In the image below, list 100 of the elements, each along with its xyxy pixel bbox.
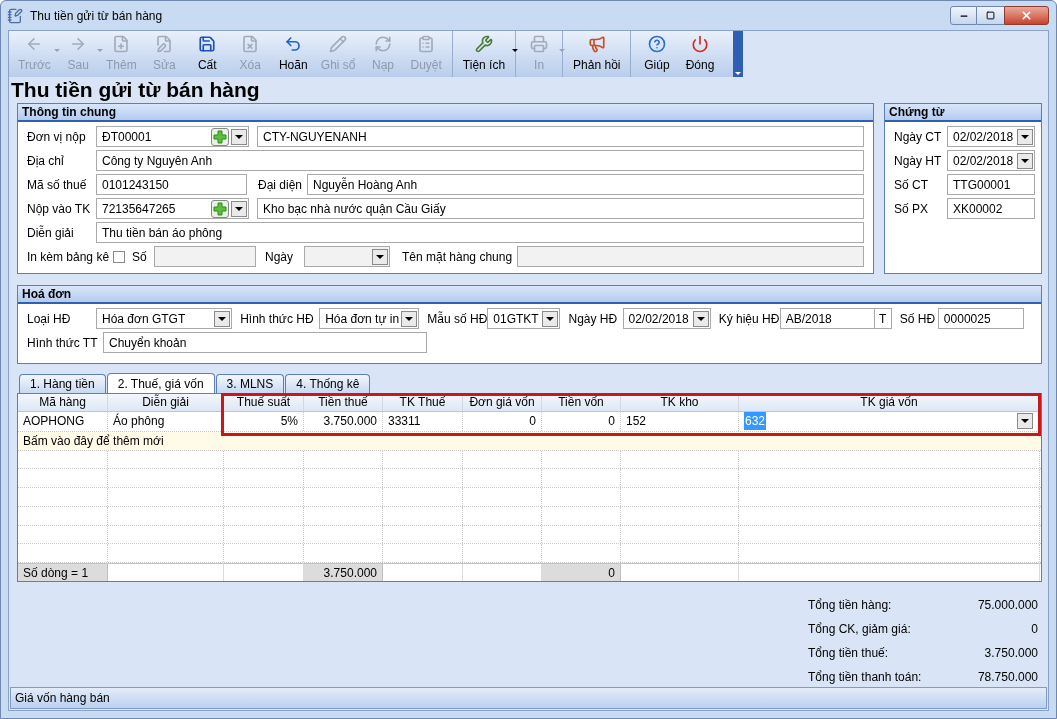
text-field[interactable]: Công ty Nguyên Anh	[96, 150, 864, 171]
table-cell[interactable]: Áo phông	[108, 412, 224, 431]
dropdown-arrow-icon	[96, 49, 103, 52]
toolbar-button[interactable]: Đóng	[678, 31, 722, 77]
field-label: Nộp vào TK	[27, 200, 92, 218]
table-cell[interactable]: 152	[621, 412, 739, 431]
column-header[interactable]: TK giá vốn	[739, 394, 1040, 411]
text-field[interactable]: Kho bạc nhà nước quận Cầu Giấy	[257, 198, 864, 219]
column-header[interactable]: TK kho	[621, 394, 739, 411]
text-field[interactable]: XK00002	[947, 198, 1035, 219]
close-button[interactable]	[1004, 6, 1049, 25]
text-field[interactable]: CTY-NGUYENANH	[257, 126, 864, 147]
table-cell[interactable]: 33311	[383, 412, 463, 431]
dropdown-button[interactable]	[1017, 152, 1033, 169]
table-cell[interactable]: 0	[542, 412, 621, 431]
maximize-button[interactable]	[977, 6, 1004, 25]
column-header[interactable]: Thuế suất	[224, 394, 304, 411]
add-row-hint[interactable]: Bấm vào đây để thêm mới	[18, 431, 169, 450]
field-label: Đại diện	[258, 176, 304, 194]
dropdown-button[interactable]	[1017, 128, 1033, 145]
dropdown-button[interactable]	[231, 128, 247, 145]
field-label: Hình thức HĐ	[240, 310, 315, 328]
add-button[interactable]	[211, 127, 229, 146]
field-label: In kèm bảng kê	[27, 248, 111, 266]
toolbar-button[interactable]: Hoãn	[271, 31, 315, 77]
table-cell[interactable]: AOPHONG	[18, 412, 108, 431]
window-title: Thu tiền gửi từ bán hàng	[30, 7, 163, 25]
date-field[interactable]: 02/02/2018	[947, 150, 1035, 171]
field-label: Số CT	[894, 176, 929, 194]
text-field[interactable]: AB/2018 T	[779, 308, 892, 329]
combo-field[interactable]: 02/02/2018	[622, 308, 711, 329]
tab[interactable]: 1. Hàng tiền	[19, 374, 106, 393]
field-label: Ngày HĐ	[568, 310, 619, 328]
minimize-button[interactable]	[950, 6, 977, 25]
field-label: Mẫu số HĐ	[427, 310, 488, 328]
total-value: 0	[1030, 621, 1038, 636]
field-label: Số PX	[894, 200, 930, 218]
toolbar-button[interactable]: Phản hồi	[567, 31, 632, 77]
combo-field[interactable]: 72135647265	[96, 198, 249, 219]
column-header[interactable]: TK Thuế	[383, 394, 463, 411]
text-field[interactable]: Thu tiền bán áo phông	[96, 222, 864, 243]
total-value: 3.750.000	[983, 645, 1038, 660]
field-label: Loại HĐ	[27, 310, 72, 328]
toolbar-button[interactable]: Cất	[185, 31, 229, 77]
column-header[interactable]: Tiền thuế	[304, 394, 383, 411]
text-field[interactable]: Chuyển khoản	[103, 332, 427, 353]
status-bar: Giá vốn hàng bán	[10, 687, 1047, 709]
group-title: Thông tin chung	[18, 104, 873, 122]
column-header[interactable]: Tiền vốn	[542, 394, 621, 411]
add-button[interactable]	[211, 199, 229, 218]
text-field[interactable]: 0000025	[937, 308, 1024, 329]
total-label: Tổng tiền thuế:	[808, 645, 890, 660]
text-field[interactable]	[154, 246, 256, 267]
overflow-arrow-icon[interactable]	[735, 72, 741, 75]
field-label: Số	[132, 248, 148, 266]
combo-field[interactable]: Hóa đơn GTGT	[96, 308, 232, 329]
dropdown-button[interactable]	[401, 310, 418, 327]
toolbar-button[interactable]: Giúp	[635, 31, 679, 77]
total-label: Tổng tiền thanh toán:	[808, 669, 923, 684]
combo-field[interactable]	[304, 246, 390, 267]
dropdown-button[interactable]	[542, 310, 559, 327]
clipboard-list-icon	[417, 34, 436, 53]
table-cell[interactable]: 5%	[224, 412, 304, 431]
combo-field[interactable]: 01GTKT	[487, 308, 561, 329]
date-field[interactable]: 02/02/2018	[947, 126, 1035, 147]
checkbox[interactable]	[113, 250, 125, 263]
pencil-icon	[329, 34, 348, 53]
table-cell[interactable]: 3.750.000	[304, 412, 383, 431]
combo-field[interactable]: Hóa đơn tự in	[319, 308, 420, 329]
dropdown-button[interactable]	[1017, 413, 1033, 430]
text-field[interactable]: Nguyễn Hoàng Anh	[307, 174, 864, 195]
help-icon	[647, 34, 666, 53]
total-cell: Số dòng = 1	[18, 564, 108, 581]
maximize-icon	[986, 11, 995, 20]
text-field[interactable]: TTG00001	[947, 174, 1035, 195]
plus-icon	[213, 201, 227, 216]
page-heading: Thu tiền gửi từ bán hàng	[10, 78, 261, 102]
table-cell[interactable]: 0	[463, 412, 542, 431]
series-suffix: T	[873, 309, 891, 328]
megaphone-icon	[587, 34, 606, 53]
tab[interactable]: 4. Thống kê	[285, 374, 371, 393]
tab[interactable]: 3. MLNS	[215, 374, 285, 393]
tab[interactable]: 2. Thuế, giá vốn	[106, 373, 215, 393]
dropdown-arrow-icon	[559, 49, 566, 52]
dropdown-button[interactable]	[372, 248, 388, 265]
combo-field[interactable]: ĐT00001	[96, 126, 249, 147]
column-header[interactable]: Diễn giải	[108, 394, 224, 411]
dropdown-button[interactable]	[214, 310, 230, 327]
field-label: Ngày CT	[894, 128, 943, 146]
field-label: Tên mặt hàng chung	[402, 248, 514, 266]
field-label: Địa chỉ	[27, 152, 65, 170]
dropdown-arrow-icon	[53, 49, 60, 52]
dropdown-button[interactable]	[231, 200, 247, 217]
column-header[interactable]: Mã hàng	[18, 394, 108, 411]
text-field[interactable]	[517, 246, 864, 267]
dropdown-button[interactable]	[692, 310, 709, 327]
field-label: Ký hiệu HĐ	[718, 310, 780, 328]
text-field[interactable]: 0101243150	[96, 174, 247, 195]
column-header[interactable]: Đơn giá vốn	[463, 394, 542, 411]
toolbar-button[interactable]: Tiện ích	[456, 31, 517, 77]
